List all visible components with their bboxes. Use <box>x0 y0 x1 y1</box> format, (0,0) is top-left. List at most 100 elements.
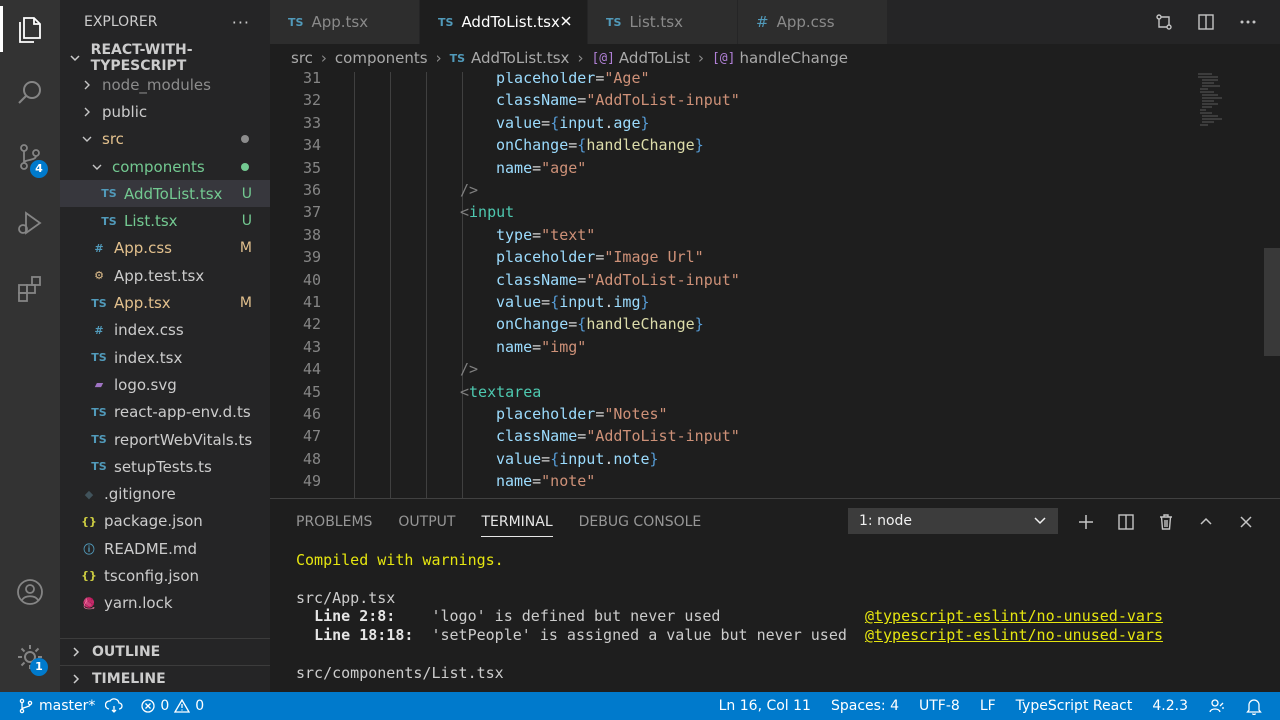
editor-tab[interactable]: TS App.tsx <box>270 0 420 44</box>
tab-label: App.tsx <box>311 13 369 31</box>
editor-tab[interactable]: TS AddToList.tsx <box>420 0 588 44</box>
terminal-select[interactable]: 1: node <box>848 508 1058 534</box>
source-control-icon[interactable]: 4 <box>0 130 60 184</box>
git-status-badge: U <box>241 185 252 202</box>
breadcrumb-item[interactable]: src <box>291 49 313 67</box>
minimap[interactable] <box>1196 72 1236 132</box>
code-line: 37 <input <box>270 201 1250 223</box>
language-mode[interactable]: TypeScript React <box>1016 698 1133 714</box>
code-token: = <box>532 472 542 491</box>
feedback-icon[interactable] <box>1208 697 1226 715</box>
symbol-variable-icon: [@] <box>591 50 615 66</box>
chevron-down-icon <box>68 52 83 64</box>
terminal-rule-link[interactable]: @typescript-eslint/no-unused-vars <box>865 607 1163 625</box>
tree-item[interactable]: # App.css M <box>60 235 270 262</box>
editor-scrollbar[interactable] <box>1264 248 1280 356</box>
tree-item[interactable]: {} package.json <box>60 508 270 535</box>
chevron-up-icon[interactable] <box>1196 513 1216 531</box>
chevron-right-icon <box>80 80 94 90</box>
code-line: 31 placeholder="Age" <box>270 72 1250 89</box>
code-token: note <box>613 449 650 468</box>
tree-item[interactable]: TS AddToList.tsx U <box>60 180 270 208</box>
indentation[interactable]: Spaces: 4 <box>831 698 899 714</box>
tree-item[interactable]: node_modules <box>60 71 270 98</box>
cursor-position[interactable]: Ln 16, Col 11 <box>719 698 811 714</box>
tree-item-label: List.tsx <box>124 212 178 231</box>
breadcrumb-item[interactable]: components <box>335 49 428 67</box>
tree-item[interactable]: TS setupTests.ts <box>60 453 270 480</box>
code-token: age <box>613 113 641 132</box>
open-changes-icon[interactable] <box>1154 12 1174 32</box>
tab-terminal[interactable]: TERMINAL <box>481 514 553 537</box>
tree-item[interactable]: public <box>60 98 270 125</box>
tree-item-label: node_modules <box>102 75 211 94</box>
tree-item[interactable]: ▰ logo.svg <box>60 371 270 398</box>
modified-dot <box>241 162 249 171</box>
problems-indicator[interactable]: 0 0 <box>141 698 204 714</box>
code-line: 39 placeholder="Image Url" <box>270 246 1250 268</box>
account-icon[interactable] <box>0 565 60 619</box>
tree-item[interactable]: ⚙ App.test.tsx <box>60 262 270 289</box>
code-editor[interactable]: 31 placeholder="Age" 32 className="AddToLis… <box>270 72 1280 498</box>
extensions-icon[interactable] <box>0 262 60 316</box>
tree-item[interactable]: ⓘ README.md <box>60 535 270 562</box>
editor-tab[interactable]: # App.css <box>738 0 888 44</box>
tree-item[interactable]: TS index.tsx <box>60 344 270 371</box>
terminal-rule-link[interactable]: @typescript-eslint/no-unused-vars <box>865 626 1163 644</box>
split-terminal-icon[interactable] <box>1116 513 1136 531</box>
tree-item[interactable]: TS List.tsx U <box>60 207 270 234</box>
new-terminal-icon[interactable] <box>1076 513 1096 531</box>
breadcrumb-item[interactable]: AddToList <box>619 49 690 67</box>
sync-button[interactable] <box>105 698 123 714</box>
outline-section-header[interactable]: OUTLINE <box>60 638 270 665</box>
tab-debug-console[interactable]: DEBUG CONSOLE <box>579 514 702 530</box>
run-debug-icon[interactable] <box>0 196 60 250</box>
chevron-right-icon: › <box>320 49 327 67</box>
tree-item[interactable]: src <box>60 126 270 153</box>
encoding[interactable]: UTF-8 <box>919 698 960 714</box>
project-section-header[interactable]: REACT-WITH-TYPESCRIPT <box>60 42 270 74</box>
explorer-sidebar: EXPLORER ··· REACT-WITH-TYPESCRIPT node_… <box>60 0 270 692</box>
tab-problems[interactable]: PROBLEMS <box>296 514 372 530</box>
terminal-compiled: Compiled with warnings. <box>296 551 504 569</box>
line-number: 45 <box>302 382 321 401</box>
ts-version[interactable]: 4.2.3 <box>1152 698 1188 714</box>
tree-item[interactable]: TS react-app-env.d.ts <box>60 399 270 426</box>
close-icon[interactable] <box>559 13 573 32</box>
typescript-file-icon: TS <box>91 433 107 446</box>
explorer-title: EXPLORER <box>84 14 158 30</box>
close-icon[interactable] <box>1236 513 1256 531</box>
git-status-badge: M <box>239 240 252 257</box>
tree-item[interactable]: {} tsconfig.json <box>60 562 270 589</box>
breadcrumb-item[interactable]: handleChange <box>739 49 848 67</box>
code-token: className <box>496 91 578 110</box>
tree-item[interactable]: # index.css <box>60 317 270 344</box>
tree-item[interactable]: TS reportWebVitals.ts <box>60 426 270 453</box>
explorer-icon[interactable] <box>0 2 60 56</box>
settings-gear-icon[interactable]: 1 <box>0 630 60 684</box>
more-actions-icon[interactable]: ··· <box>232 13 250 32</box>
trash-icon[interactable] <box>1156 513 1176 531</box>
css-file-icon: # <box>94 241 104 255</box>
branch-indicator[interactable]: master* <box>18 698 95 714</box>
code-token: "AddToList-input" <box>586 427 740 446</box>
tab-output[interactable]: OUTPUT <box>398 514 455 530</box>
code-token: < <box>460 203 470 222</box>
tree-item[interactable]: components <box>60 153 270 180</box>
terminal-output[interactable]: Compiled with warnings. src/App.tsx Line… <box>296 551 1163 683</box>
editor-tab[interactable]: TS List.tsx <box>588 0 738 44</box>
more-actions-icon[interactable] <box>1238 12 1258 32</box>
tree-item[interactable]: 🧶 yarn.lock <box>60 590 270 617</box>
notifications-bell-icon[interactable] <box>1246 697 1262 715</box>
timeline-section-header[interactable]: TIMELINE <box>60 665 270 692</box>
breadcrumb-item[interactable]: AddToList.tsx <box>471 49 569 67</box>
tree-item[interactable]: ◆ .gitignore <box>60 480 270 507</box>
split-editor-icon[interactable] <box>1196 12 1216 32</box>
terminal-select-value: 1: node <box>859 513 913 529</box>
end-of-line[interactable]: LF <box>980 698 996 714</box>
code-token: value <box>496 449 542 468</box>
search-icon[interactable] <box>0 66 60 120</box>
chevron-down-icon <box>80 134 94 144</box>
tree-item[interactable]: TS App.tsx M <box>60 289 270 316</box>
code-token: "Image Url" <box>604 248 704 267</box>
